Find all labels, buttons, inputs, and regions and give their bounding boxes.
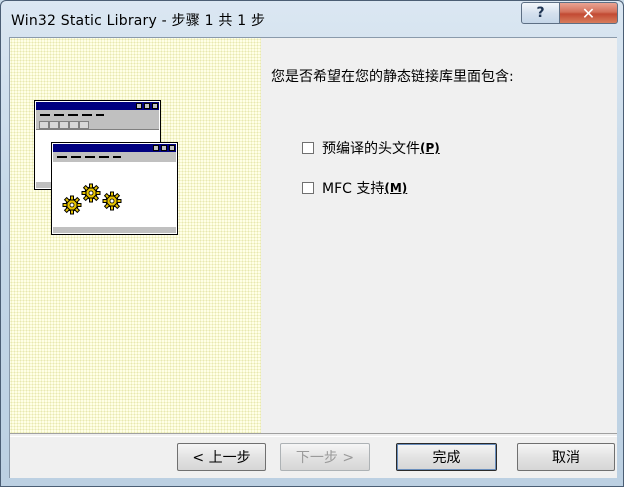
mfc-support-option[interactable]: MFC 支持 (M) <box>302 178 407 198</box>
help-button[interactable]: ? <box>521 2 560 24</box>
window-title: Win32 Static Library - 步骤 1 共 1 步 <box>11 13 266 29</box>
close-icon: ✕ <box>581 3 596 23</box>
dialog-client-area: 您是否希望在您的静态链接库里面包含: 预编译的头文件 (P) MFC 支持 (M) … <box>9 37 617 478</box>
next-button[interactable]: 下一步 > <box>280 443 370 471</box>
precompiled-header-checkbox[interactable] <box>302 142 314 154</box>
precompiled-header-option[interactable]: 预编译的头文件 (P) <box>302 138 440 158</box>
mfc-support-label: MFC 支持 <box>322 181 385 197</box>
question-mark-icon: ? <box>536 5 545 21</box>
close-button[interactable]: ✕ <box>559 2 618 24</box>
front-window-graphic <box>51 142 178 235</box>
gears-icon <box>62 183 122 215</box>
back-button[interactable]: < 上一步 <box>177 443 266 471</box>
button-separator <box>10 433 617 437</box>
cancel-button[interactable]: 取消 <box>517 443 615 471</box>
question-label: 您是否希望在您的静态链接库里面包含: <box>271 69 514 85</box>
mfc-support-checkbox[interactable] <box>302 182 314 194</box>
title-bar[interactable]: Win32 Static Library - 步骤 1 共 1 步 ? ✕ <box>1 1 623 35</box>
precompiled-header-label: 预编译的头文件 <box>322 141 420 157</box>
wizard-illustration <box>34 100 184 240</box>
dialog-window: Win32 Static Library - 步骤 1 共 1 步 ? ✕ 您是… <box>0 0 624 487</box>
finish-button[interactable]: 完成 <box>396 443 497 471</box>
wizard-image-pane <box>10 38 261 433</box>
mfc-support-mnemonic: (M) <box>384 181 408 195</box>
precompiled-header-mnemonic: (P) <box>420 141 440 155</box>
